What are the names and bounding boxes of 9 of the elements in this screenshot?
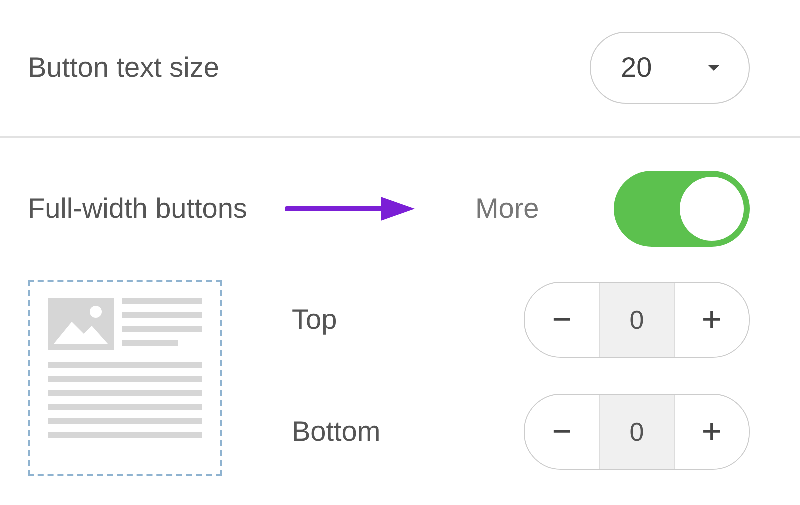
setting-label: Full-width buttons xyxy=(28,193,248,225)
padding-label: Top xyxy=(292,304,338,336)
caret-icon xyxy=(707,64,721,72)
stepper-value[interactable]: 0 xyxy=(599,395,675,469)
padding-label: Bottom xyxy=(292,416,381,448)
stepper-value[interactable]: 0 xyxy=(599,283,675,357)
more-label: More xyxy=(475,193,540,225)
size-dropdown[interactable]: 20 xyxy=(590,32,750,104)
setting-label: Button text size xyxy=(28,52,220,84)
